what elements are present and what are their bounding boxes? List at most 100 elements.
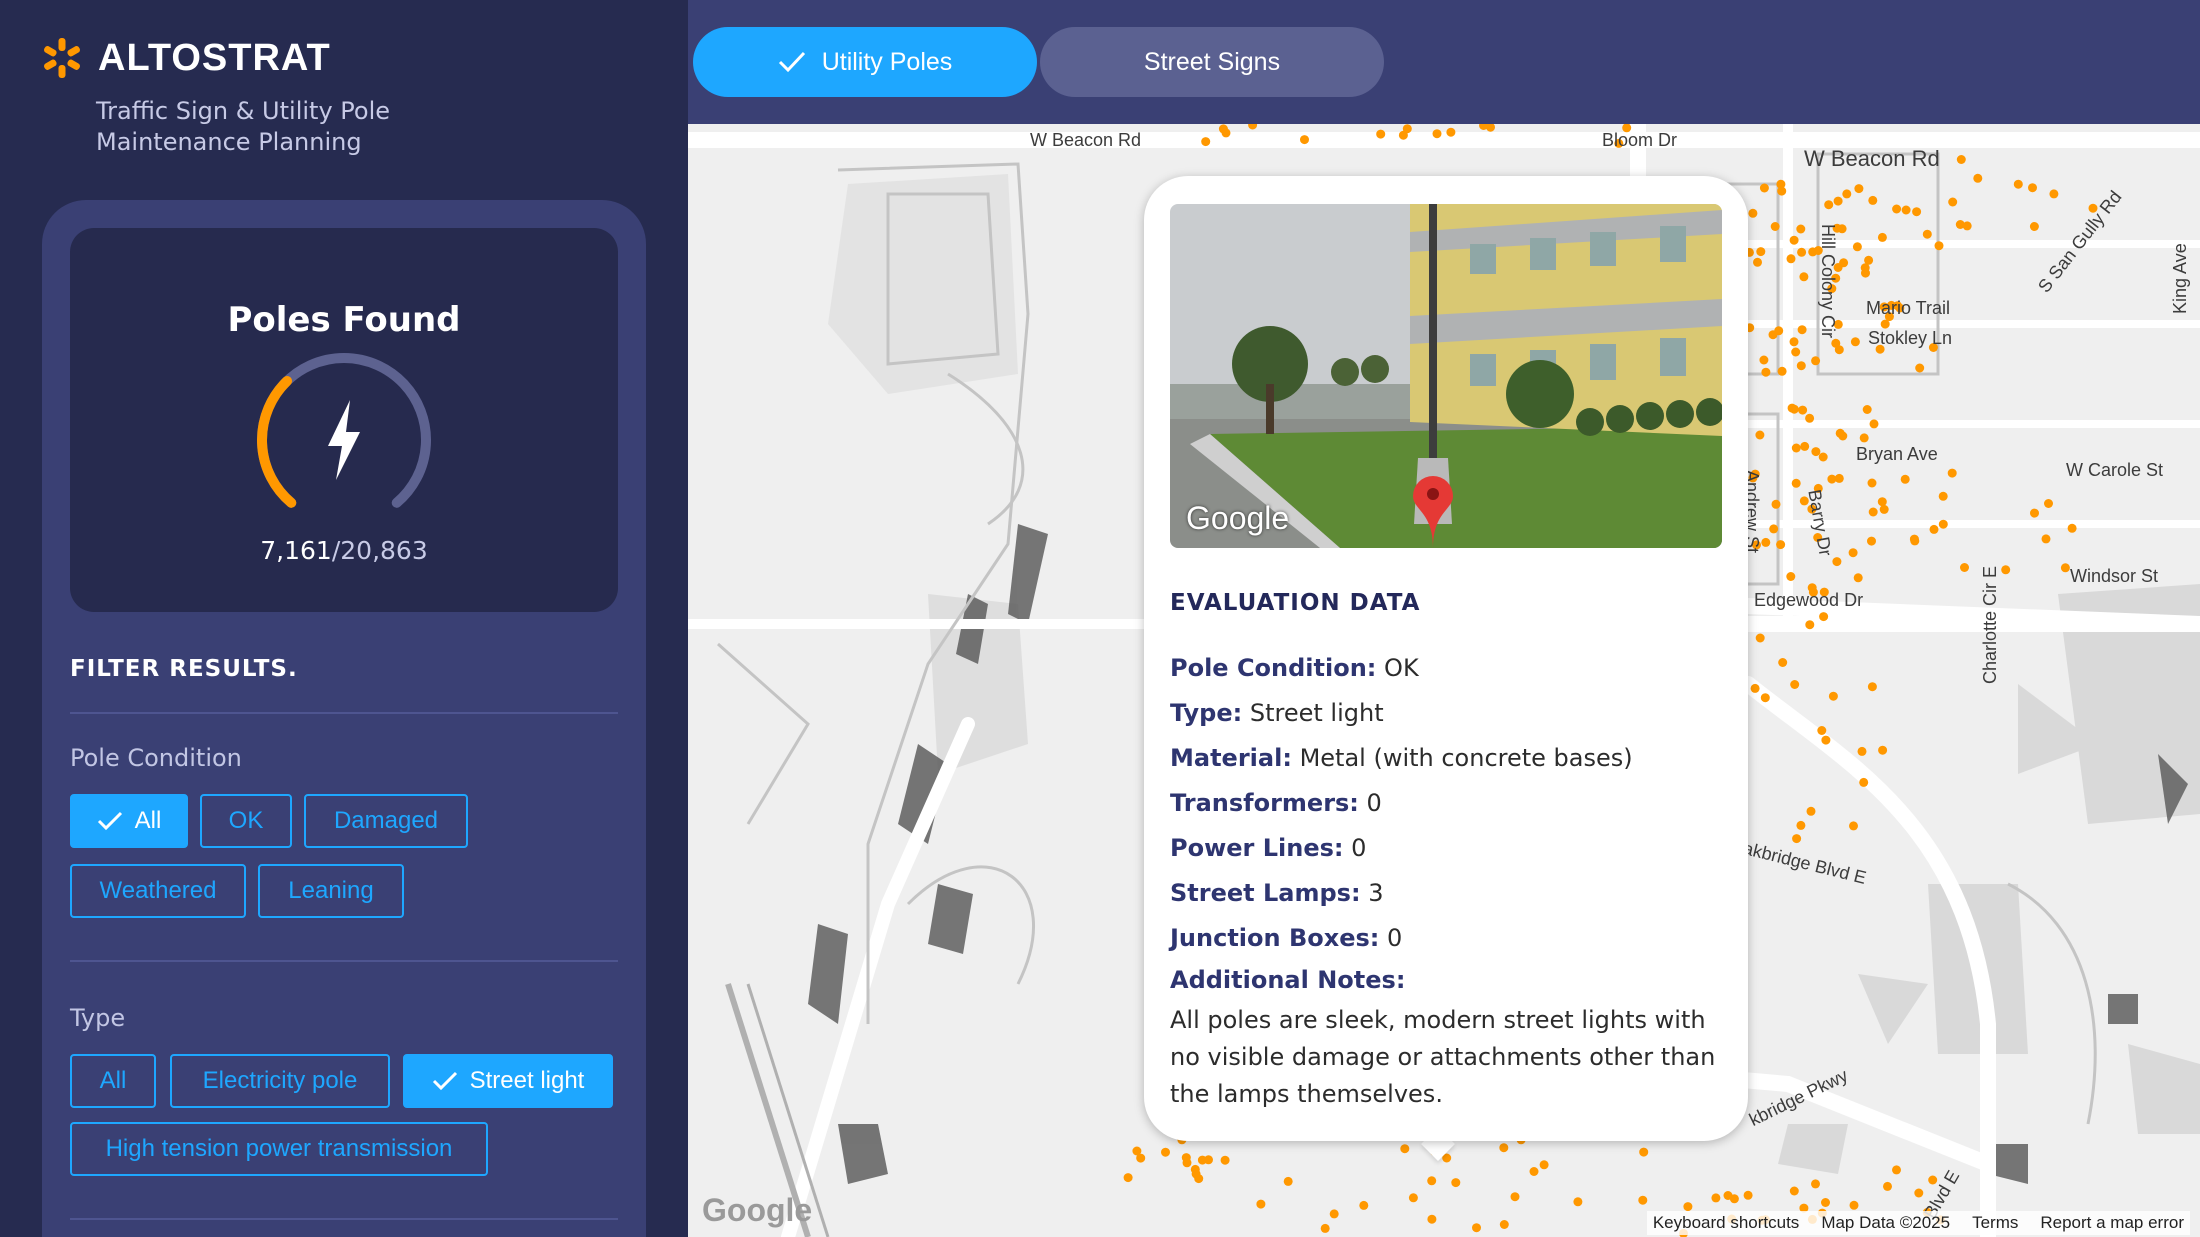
pole-marker[interactable]	[1776, 179, 1786, 189]
pole-marker[interactable]	[1849, 1200, 1859, 1210]
pole-marker[interactable]	[1805, 620, 1815, 630]
tab-street-signs[interactable]: Street Signs	[1040, 27, 1384, 97]
pole-marker[interactable]	[1859, 433, 1869, 443]
pole-marker[interactable]	[1376, 129, 1386, 139]
pole-marker[interactable]	[1799, 272, 1809, 282]
pole-marker[interactable]	[1770, 222, 1780, 231]
pole-marker[interactable]	[1359, 1200, 1369, 1210]
pole-marker[interactable]	[1300, 135, 1309, 145]
pole-marker[interactable]	[1901, 205, 1911, 215]
pole-marker[interactable]	[1789, 337, 1799, 347]
pole-marker[interactable]	[1960, 563, 1969, 572]
pole-marker[interactable]	[1427, 1176, 1437, 1186]
pole-marker[interactable]	[1912, 207, 1922, 217]
pole-marker[interactable]	[1182, 1158, 1192, 1168]
pole-marker[interactable]	[1867, 682, 1877, 692]
pole-marker[interactable]	[1639, 1147, 1649, 1157]
pole-marker[interactable]	[2041, 534, 2051, 544]
pole-marker[interactable]	[1256, 1199, 1266, 1209]
pole-marker[interactable]	[1796, 224, 1806, 234]
pole-marker[interactable]	[1427, 1214, 1437, 1224]
pole-marker[interactable]	[1191, 1169, 1201, 1179]
pole-marker[interactable]	[1761, 537, 1771, 547]
pole-marker[interactable]	[1769, 524, 1779, 534]
pole-marker[interactable]	[1761, 367, 1771, 377]
pole-marker[interactable]	[1786, 572, 1796, 581]
pole-marker[interactable]	[1753, 257, 1762, 267]
pole-marker[interactable]	[1786, 254, 1796, 264]
pole-marker[interactable]	[1791, 347, 1801, 357]
pole-marker[interactable]	[1776, 540, 1786, 550]
condition-chip-damaged[interactable]: Damaged	[304, 794, 468, 848]
pole-marker[interactable]	[1819, 612, 1829, 622]
pole-marker[interactable]	[1683, 1202, 1693, 1212]
pole-marker[interactable]	[1877, 497, 1887, 507]
pole-marker[interactable]	[1868, 195, 1878, 205]
pole-marker[interactable]	[2044, 499, 2053, 508]
pole-marker[interactable]	[1837, 224, 1847, 234]
pole-marker[interactable]	[1852, 242, 1862, 252]
pole-marker[interactable]	[1789, 1186, 1799, 1196]
pole-marker[interactable]	[1915, 363, 1925, 373]
pole-marker[interactable]	[1854, 184, 1864, 194]
pole-marker[interactable]	[1792, 834, 1802, 844]
pole-marker[interactable]	[1248, 124, 1258, 130]
pole-marker[interactable]	[1756, 247, 1766, 257]
pole-marker[interactable]	[1759, 355, 1769, 365]
pole-marker[interactable]	[1755, 430, 1765, 440]
tab-utility-poles[interactable]: Utility Poles	[693, 27, 1037, 97]
pole-marker[interactable]	[1201, 137, 1211, 147]
pole-marker[interactable]	[1922, 229, 1932, 239]
pole-marker[interactable]	[2013, 179, 2023, 189]
pole-marker[interactable]	[1821, 735, 1831, 745]
pole-marker[interactable]	[1729, 1194, 1739, 1204]
pole-marker[interactable]	[1798, 405, 1808, 415]
pole-marker[interactable]	[1811, 1179, 1820, 1189]
pole-marker[interactable]	[1132, 1146, 1142, 1156]
pole-marker[interactable]	[1962, 221, 1972, 231]
pole-marker[interactable]	[1909, 534, 1919, 544]
pole-marker[interactable]	[1743, 1190, 1753, 1200]
pole-marker[interactable]	[1402, 124, 1412, 134]
pole-marker[interactable]	[1446, 127, 1456, 137]
condition-chip-ok[interactable]: OK	[200, 794, 292, 848]
pole-marker[interactable]	[1838, 431, 1848, 441]
pole-marker[interactable]	[1877, 232, 1887, 242]
pole-marker[interactable]	[1938, 519, 1948, 529]
condition-chip-leaning[interactable]: Leaning	[258, 864, 404, 918]
pole-marker[interactable]	[1934, 241, 1944, 251]
pole-marker[interactable]	[1859, 777, 1869, 787]
pole-marker[interactable]	[1768, 330, 1778, 340]
pole-marker[interactable]	[1805, 413, 1815, 423]
pole-marker[interactable]	[1857, 746, 1867, 756]
pole-marker[interactable]	[1472, 1223, 1481, 1233]
pole-marker[interactable]	[1973, 173, 1983, 183]
pole-marker[interactable]	[1161, 1147, 1170, 1157]
pole-marker[interactable]	[1796, 820, 1806, 830]
pole-marker[interactable]	[1220, 1155, 1230, 1165]
pole-marker[interactable]	[1499, 1143, 1509, 1153]
pole-marker[interactable]	[1432, 129, 1442, 139]
pole-marker[interactable]	[1789, 235, 1799, 245]
pole-marker[interactable]	[1824, 200, 1834, 210]
pole-marker[interactable]	[2067, 523, 2077, 533]
pole-marker[interactable]	[1842, 189, 1852, 199]
pole-marker[interactable]	[1320, 1223, 1330, 1233]
pole-marker[interactable]	[1806, 806, 1816, 816]
pole-marker[interactable]	[1760, 693, 1770, 703]
pole-marker[interactable]	[1539, 1160, 1549, 1170]
report-map-error-link[interactable]: Report a map error	[2040, 1213, 2184, 1233]
pole-marker[interactable]	[1821, 1198, 1830, 1207]
pole-marker[interactable]	[1828, 691, 1838, 701]
pole-marker[interactable]	[1197, 1155, 1207, 1165]
pole-marker[interactable]	[1914, 1188, 1924, 1198]
pole-marker[interactable]	[1283, 1176, 1293, 1186]
terms-link[interactable]: Terms	[1972, 1213, 2018, 1233]
pole-marker[interactable]	[1878, 745, 1888, 755]
condition-chip-weathered[interactable]: Weathered	[70, 864, 246, 918]
pole-marker[interactable]	[1850, 337, 1860, 347]
pole-marker[interactable]	[1529, 1167, 1539, 1176]
pole-marker[interactable]	[1900, 474, 1910, 484]
pole-marker[interactable]	[1797, 247, 1807, 257]
pole-marker[interactable]	[1750, 683, 1760, 693]
